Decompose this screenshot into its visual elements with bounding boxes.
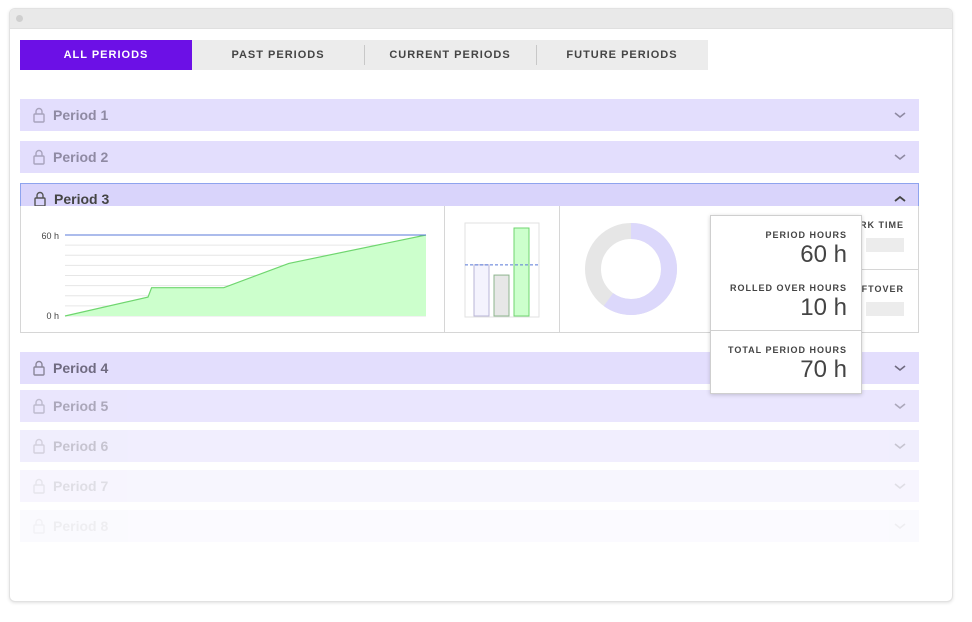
- window-titlebar: [10, 9, 952, 29]
- period-filter-tabs: ALL PERIODS PAST PERIODS CURRENT PERIODS…: [20, 40, 708, 70]
- period-hours-value: 60 h: [800, 241, 847, 268]
- tab-all-periods[interactable]: ALL PERIODS: [20, 40, 192, 70]
- period-row-6[interactable]: Period 6: [20, 430, 919, 462]
- hours-donut-chart: [560, 206, 710, 332]
- rolled-over-hours-label: ROLLED OVER HOURS: [729, 283, 847, 293]
- bar-2: [493, 274, 510, 317]
- chevron-up-icon[interactable]: [893, 192, 907, 206]
- bar-1: [473, 264, 490, 317]
- chevron-down-icon[interactable]: [893, 108, 907, 122]
- bar-3: [513, 227, 530, 317]
- lock-icon: [33, 478, 45, 494]
- leftover-value-box: [866, 302, 904, 316]
- chevron-down-icon[interactable]: [893, 439, 907, 453]
- lock-icon: [33, 107, 45, 123]
- rolled-over-hours-value: 10 h: [800, 294, 847, 321]
- period-label: Period 5: [53, 398, 109, 414]
- tab-future-periods[interactable]: FUTURE PERIODS: [536, 40, 708, 70]
- hours-tooltip: PERIOD HOURS 60 h ROLLED OVER HOURS 10 h…: [710, 215, 862, 394]
- period-label: Period 1: [53, 107, 109, 123]
- lock-icon: [33, 149, 45, 165]
- chevron-down-icon[interactable]: [893, 399, 907, 413]
- period-label: Period 4: [53, 360, 109, 376]
- lock-icon: [33, 360, 45, 376]
- hours-bar-chart: [445, 206, 560, 332]
- chevron-down-icon[interactable]: [893, 519, 907, 533]
- bar-chart: [464, 222, 540, 318]
- period-row-1[interactable]: Period 1: [20, 99, 919, 131]
- period-row-5[interactable]: Period 5: [20, 390, 919, 422]
- tooltip-divider: [711, 330, 861, 331]
- total-period-hours-label: TOTAL PERIOD HOURS: [727, 345, 847, 355]
- period-label: Period 8: [53, 518, 109, 534]
- work-time-value-box: [866, 238, 904, 252]
- chevron-down-icon[interactable]: [893, 150, 907, 164]
- period-row-2[interactable]: Period 2: [20, 141, 919, 173]
- tab-current-periods[interactable]: CURRENT PERIODS: [364, 40, 536, 70]
- chevron-down-icon[interactable]: [893, 361, 907, 375]
- total-period-hours-value: 70 h: [800, 356, 847, 383]
- hours-progress-chart: 60 h 0 h: [21, 206, 445, 332]
- y-tick-bottom: 0 h: [46, 311, 59, 321]
- line-chart: 60 h 0 h: [41, 231, 427, 321]
- period-hours-label: PERIOD HOURS: [765, 230, 847, 240]
- window-dot[interactable]: [16, 15, 23, 22]
- y-tick-top: 60 h: [41, 231, 59, 241]
- period-label: Period 2: [53, 149, 109, 165]
- tab-past-periods[interactable]: PAST PERIODS: [192, 40, 364, 70]
- period-label: Period 6: [53, 438, 109, 454]
- period-row-8[interactable]: Period 8: [20, 510, 919, 542]
- period-label: Period 7: [53, 478, 109, 494]
- lock-icon: [33, 398, 45, 414]
- chevron-down-icon[interactable]: [893, 479, 907, 493]
- donut-chart: [585, 223, 677, 315]
- period-row-7[interactable]: Period 7: [20, 470, 919, 502]
- lock-icon: [33, 438, 45, 454]
- lock-icon: [34, 191, 46, 207]
- lock-icon: [33, 518, 45, 534]
